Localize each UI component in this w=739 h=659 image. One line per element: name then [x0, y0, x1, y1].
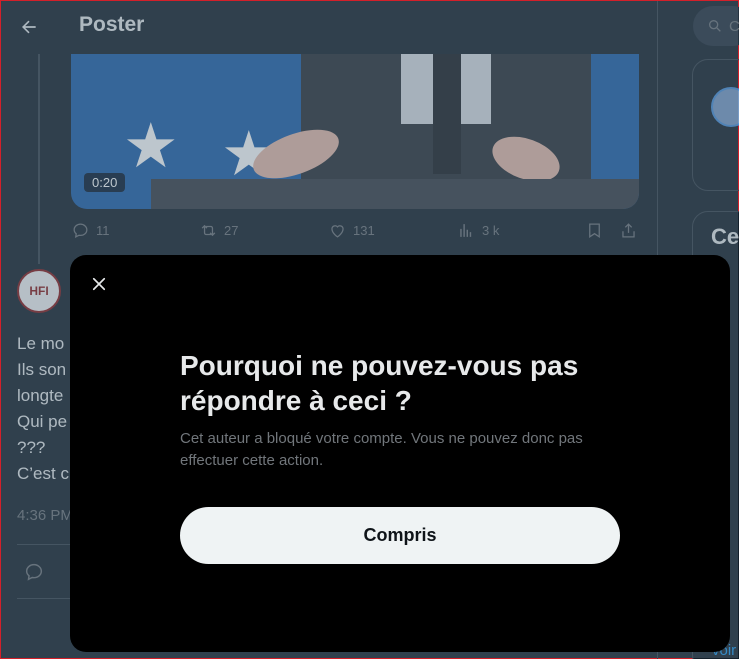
close-button[interactable] — [82, 267, 116, 301]
blocked-reply-dialog: Pourquoi ne pouvez-vous pas répondre à c… — [70, 255, 730, 652]
dialog-description: Cet auteur a bloqué votre compte. Vous n… — [180, 430, 583, 469]
close-icon — [92, 277, 106, 291]
dialog-title: Pourquoi ne pouvez-vous pas répondre à c… — [180, 350, 579, 416]
understood-button[interactable]: Compris — [180, 507, 620, 564]
